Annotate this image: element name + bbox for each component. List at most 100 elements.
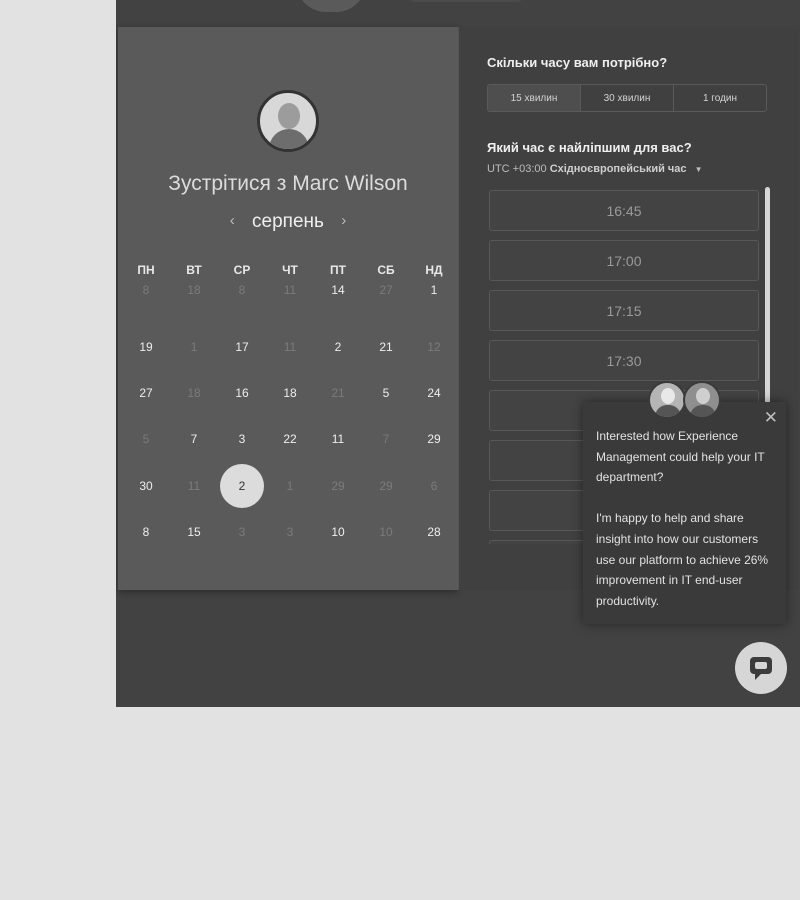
calendar-day[interactable]: 3: [218, 416, 266, 462]
time-heading: Який час є найліпшим для вас?: [487, 140, 692, 155]
calendar-day: 11: [266, 277, 314, 323]
calendar-day-number: 2: [334, 339, 342, 354]
caret-down-icon: ▼: [694, 165, 703, 174]
calendar-day: 18: [170, 277, 218, 323]
calendar-day-number: 29: [379, 478, 393, 493]
calendar-day[interactable]: 21: [362, 323, 410, 369]
calendar-day[interactable]: 16: [218, 370, 266, 416]
brand-logo-mark: [296, 0, 366, 12]
month-navigation: ‹ серпень ›: [118, 211, 458, 233]
calendar-day: 27: [362, 277, 410, 323]
chat-message-1: Interested how Experience Management cou…: [596, 429, 765, 485]
next-month-icon[interactable]: ›: [329, 212, 358, 229]
agent-head-shape: [696, 388, 710, 404]
calendar-day[interactable]: 22: [266, 416, 314, 462]
calendar-day[interactable]: 14: [314, 277, 362, 323]
calendar-day-number: 18: [283, 385, 297, 400]
avatar-head-shape: [278, 103, 300, 129]
time-slot-button[interactable]: 16:45: [489, 190, 759, 231]
calendar-day-number: 21: [379, 339, 393, 354]
calendar-day[interactable]: 27: [122, 370, 170, 416]
calendar-day-number: 10: [331, 525, 345, 540]
time-slot-button[interactable]: 17:00: [489, 240, 759, 281]
calendar-day-number: 1: [286, 478, 294, 493]
timezone-name: Східноєвропейський час: [549, 163, 687, 175]
agent-body-shape: [655, 405, 681, 417]
weekday-label: ВТ: [186, 263, 202, 277]
calendar-day[interactable]: 2: [314, 323, 362, 369]
weekday-label: СР: [233, 263, 251, 277]
chat-launcher-button[interactable]: [735, 642, 787, 694]
duration-option-button[interactable]: 15 хвилин: [488, 85, 581, 111]
calendar-day-number: 11: [187, 478, 201, 493]
weekday-label: ПТ: [330, 263, 346, 277]
calendar-grid: 8 18 8 11 14 27 1 19 1 17 11 2 21 12 27 18 16 18 21 5 24 5 7 3 2…: [122, 277, 458, 555]
calendar-day[interactable]: 28: [410, 509, 458, 555]
calendar-day-number: 1: [430, 283, 438, 297]
calendar-day-number: 1: [190, 339, 198, 354]
time-slot-scrollbar[interactable]: [765, 187, 770, 407]
weekday-label: СБ: [377, 263, 395, 277]
calendar-day-number: 16: [235, 385, 249, 400]
calendar-day: 1: [266, 463, 314, 509]
calendar-day: 12: [410, 323, 458, 369]
calendar-day-number: 17: [235, 339, 249, 354]
calendar-day: 21: [314, 370, 362, 416]
agent-avatar-1: [648, 381, 686, 419]
chat-popup: ✕ Interested how Experience Management c…: [583, 402, 786, 624]
prev-month-icon[interactable]: ‹: [218, 212, 247, 229]
calendar-day: 11: [266, 323, 314, 369]
close-icon[interactable]: ✕: [764, 408, 778, 428]
duration-option-button[interactable]: 30 хвилин: [581, 85, 674, 111]
calendar-day[interactable]: 18: [266, 370, 314, 416]
brand-logo-text: [406, 0, 526, 2]
calendar-day: 7: [362, 416, 410, 462]
calendar-panel: Зустрітися з Marc Wilson ‹ серпень › ПН В…: [118, 27, 458, 590]
calendar-day-number: 30: [139, 478, 153, 493]
duration-heading: Скільки часу вам потрібно?: [487, 55, 668, 70]
calendar-day: 29: [314, 463, 362, 509]
calendar-day[interactable]: 30: [122, 463, 170, 509]
calendar-day[interactable]: 19: [122, 323, 170, 369]
time-slot-button[interactable]: 17:15: [489, 290, 759, 331]
calendar-day-number: 2: [220, 463, 264, 508]
calendar-day: 3: [266, 509, 314, 555]
calendar-day-number: 24: [427, 385, 441, 400]
calendar-day: 3: [218, 509, 266, 555]
calendar-day-number: 21: [331, 385, 345, 400]
calendar-day: 1: [170, 323, 218, 369]
weekday-label: НД: [425, 263, 443, 277]
time-slot-button[interactable]: 17:30: [489, 340, 759, 381]
calendar-day[interactable]: 10: [314, 509, 362, 555]
calendar-day-selected[interactable]: 2: [218, 463, 266, 509]
calendar-day-number: 5: [382, 385, 390, 400]
calendar-day-number: 22: [283, 432, 297, 447]
chat-bubble-icon: [750, 657, 772, 680]
calendar-day-number: 27: [139, 385, 153, 400]
duration-selector: 15 хвилин 30 хвилин 1 годин: [487, 84, 767, 112]
agent-head-shape: [661, 388, 675, 404]
timezone-offset: UTC +03:00: [487, 163, 547, 175]
calendar-day: 8: [122, 277, 170, 323]
timezone-selector[interactable]: UTC +03:00 Східноєвропейський час ▼: [487, 163, 703, 175]
calendar-day[interactable]: 5: [362, 370, 410, 416]
calendar-day-number: 11: [283, 339, 297, 354]
calendar-day[interactable]: 8: [122, 509, 170, 555]
calendar-day-number: 19: [139, 339, 153, 354]
calendar-day: 8: [218, 277, 266, 323]
duration-option-button[interactable]: 1 годин: [674, 85, 766, 111]
host-avatar: [257, 90, 319, 152]
calendar-day-number: 28: [427, 525, 441, 540]
calendar-day[interactable]: 15: [170, 509, 218, 555]
calendar-day-number: 3: [286, 525, 294, 540]
calendar-day[interactable]: 24: [410, 370, 458, 416]
calendar-day: 6: [410, 463, 458, 509]
calendar-day-number: 8: [142, 525, 150, 540]
month-label: серпень: [252, 211, 324, 232]
calendar-day[interactable]: 17: [218, 323, 266, 369]
calendar-day-number: 8: [238, 283, 246, 297]
calendar-day[interactable]: 29: [410, 416, 458, 462]
calendar-day[interactable]: 1: [410, 277, 458, 323]
calendar-day[interactable]: 11: [314, 416, 362, 462]
calendar-day[interactable]: 7: [170, 416, 218, 462]
